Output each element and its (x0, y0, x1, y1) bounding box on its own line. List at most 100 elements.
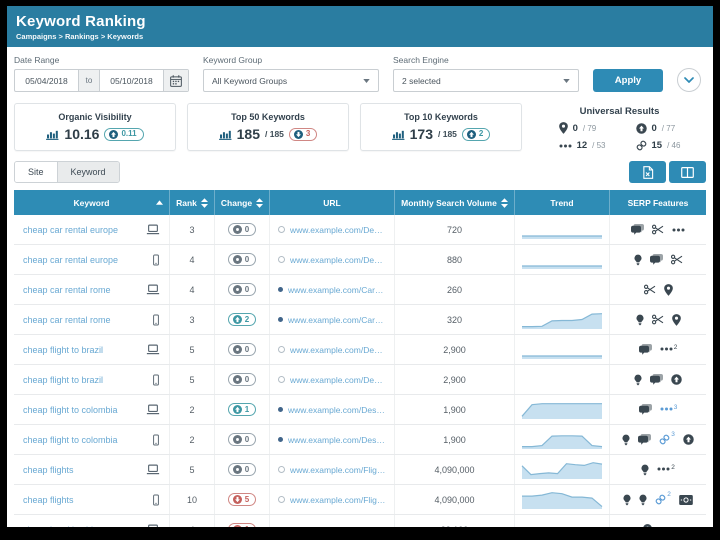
keyword-cell: cheap hotel in chicago (14, 515, 170, 527)
url-link[interactable]: www.example.com/Flights (290, 495, 386, 505)
universal-result-value: 0 (573, 123, 578, 134)
universal-result-item: 0/ 77 (636, 122, 681, 134)
dot-circle-icon (233, 435, 242, 444)
change-cell: 0 (215, 425, 270, 454)
date-range-control: 05/04/2018 to 05/10/2018 (14, 69, 189, 92)
keyword-link[interactable]: cheap flight to colombia (23, 405, 118, 415)
url-link[interactable]: www.example.com/Destinations-In-Col... (288, 405, 386, 415)
search-engine-select[interactable]: 2 selected (393, 69, 579, 92)
link-icon (655, 494, 666, 505)
url-link[interactable]: www.example.com/Destinations-In-Col... (288, 435, 386, 445)
ellipsis-icon (657, 467, 670, 471)
url-bullet-icon (278, 287, 283, 292)
lightbulb-icon (641, 464, 649, 476)
keyword-link[interactable]: cheap hotel in chicago (23, 525, 113, 528)
arrow-up-circle-icon (233, 405, 242, 414)
url-link[interactable]: www.example.com/Car-Rentals-In-Rom... (288, 315, 386, 325)
serp-features-cell (610, 305, 706, 334)
mobile-icon (152, 254, 160, 266)
caret-down-icon (563, 79, 570, 83)
url-link[interactable]: www.example.com/Destinations-In-Eur... (290, 225, 386, 235)
tab-keyword[interactable]: Keyword (57, 162, 119, 182)
circle-arrow-icon (636, 123, 647, 134)
trend-sparkline (521, 458, 603, 482)
table-row: cheap car rental rome32www.example.com/C… (14, 305, 706, 335)
change-cell: 0 (215, 365, 270, 394)
table-body: cheap car rental europe 3 0 www.example.com… (14, 215, 706, 527)
keyword-link[interactable]: cheap flight to brazil (23, 345, 103, 355)
date-from-input[interactable]: 05/04/2018 (15, 70, 78, 91)
change-cell: 1 (215, 395, 270, 424)
trend-cell (515, 335, 610, 364)
stat-card-title: Organic Visibility (58, 112, 131, 122)
url-link[interactable]: www.example.com/Destinations-In-Bra... (290, 345, 386, 355)
app-window: Keyword Ranking Campaigns > Rankings > K… (7, 6, 713, 527)
column-header-keyword[interactable]: Keyword (14, 190, 170, 215)
ellipsis-icon (660, 407, 673, 411)
chart-bars-icon (219, 129, 232, 140)
url-link[interactable]: www.example.com/Chicago-Hotels.d17... (288, 525, 386, 528)
file-export-icon (642, 166, 654, 179)
mobile-icon (152, 434, 160, 446)
column-header-change[interactable]: Change (215, 190, 270, 215)
table-header: KeywordRankChangeURLMonthly Search Volum… (14, 190, 706, 215)
trend-cell (515, 515, 610, 527)
keyword-cell: cheap flights (14, 485, 170, 514)
url-link[interactable]: www.example.com/Destinations-In-Eur... (290, 255, 386, 265)
keyword-link[interactable]: cheap flights (23, 465, 74, 475)
column-header-monthly-search-volume[interactable]: Monthly Search Volume (395, 190, 515, 215)
date-to-input[interactable]: 05/10/2018 (100, 70, 163, 91)
url-link[interactable]: www.example.com/Flights (290, 465, 386, 475)
calendar-button[interactable] (163, 70, 188, 91)
dot-circle-icon (233, 225, 242, 234)
change-cell: 1 (215, 515, 270, 527)
keyword-link[interactable]: cheap car rental europe (23, 255, 118, 265)
sort-both-icon (256, 198, 263, 208)
serp-feature (623, 494, 631, 506)
keyword-link[interactable]: cheap car rental rome (23, 285, 111, 295)
caret-down-icon (363, 79, 370, 83)
rank-cell: 5 (170, 455, 215, 484)
url-cell: www.example.com/Chicago-Hotels.d17... (270, 515, 395, 527)
url-link[interactable]: www.example.com/Destinations-In-Bra... (290, 375, 386, 385)
trend-sparkline (521, 398, 603, 422)
sort-both-icon (201, 198, 208, 208)
lightbulb-icon (623, 494, 631, 506)
change-badge: 0.11 (104, 128, 143, 141)
keyword-group-select[interactable]: All Keyword Groups (203, 69, 379, 92)
keyword-group-value: All Keyword Groups (212, 76, 287, 86)
keyword-link[interactable]: cheap car rental rome (23, 315, 111, 325)
url-bullet-icon (278, 346, 285, 353)
serp-feature (639, 494, 647, 506)
lightbulb-icon (634, 254, 642, 266)
keyword-link[interactable]: cheap flight to brazil (23, 375, 103, 385)
serp-features-cell (610, 365, 706, 394)
serp-feature (644, 284, 656, 295)
date-range-label: Date Range (14, 55, 189, 65)
export-button[interactable] (629, 161, 666, 183)
breadcrumb[interactable]: Campaigns > Rankings > Keywords (16, 32, 704, 41)
url-link[interactable]: www.example.com/Car-Rentals-In-Rom... (288, 285, 386, 295)
expand-filters-button[interactable] (677, 68, 701, 92)
search-engine-label: Search Engine (393, 55, 579, 65)
columns-icon (681, 167, 694, 178)
page-header: Keyword Ranking Campaigns > Rankings > K… (7, 6, 713, 47)
keyword-cell: cheap car rental rome (14, 275, 170, 304)
keyword-link[interactable]: cheap flight to colombia (23, 435, 118, 445)
table-row: cheap hotel in chicago41www.example.com/… (14, 515, 706, 527)
change-badge: 0 (228, 373, 256, 386)
column-header-rank[interactable]: Rank (170, 190, 215, 215)
keyword-cell: cheap car rental europe (14, 245, 170, 274)
url-bullet-icon (278, 437, 283, 442)
keyword-link[interactable]: cheap car rental europe (23, 225, 118, 235)
dot-circle-icon (233, 345, 242, 354)
keyword-link[interactable]: cheap flights (23, 495, 74, 505)
serp-features-cell: 3 (610, 425, 706, 454)
change-cell: 5 (215, 485, 270, 514)
tab-site[interactable]: Site (15, 162, 57, 182)
apply-button[interactable]: Apply (593, 69, 663, 92)
trend-cell (515, 455, 610, 484)
columns-button[interactable] (669, 161, 706, 183)
change-cell: 0 (215, 215, 270, 244)
mobile-icon (152, 314, 160, 326)
